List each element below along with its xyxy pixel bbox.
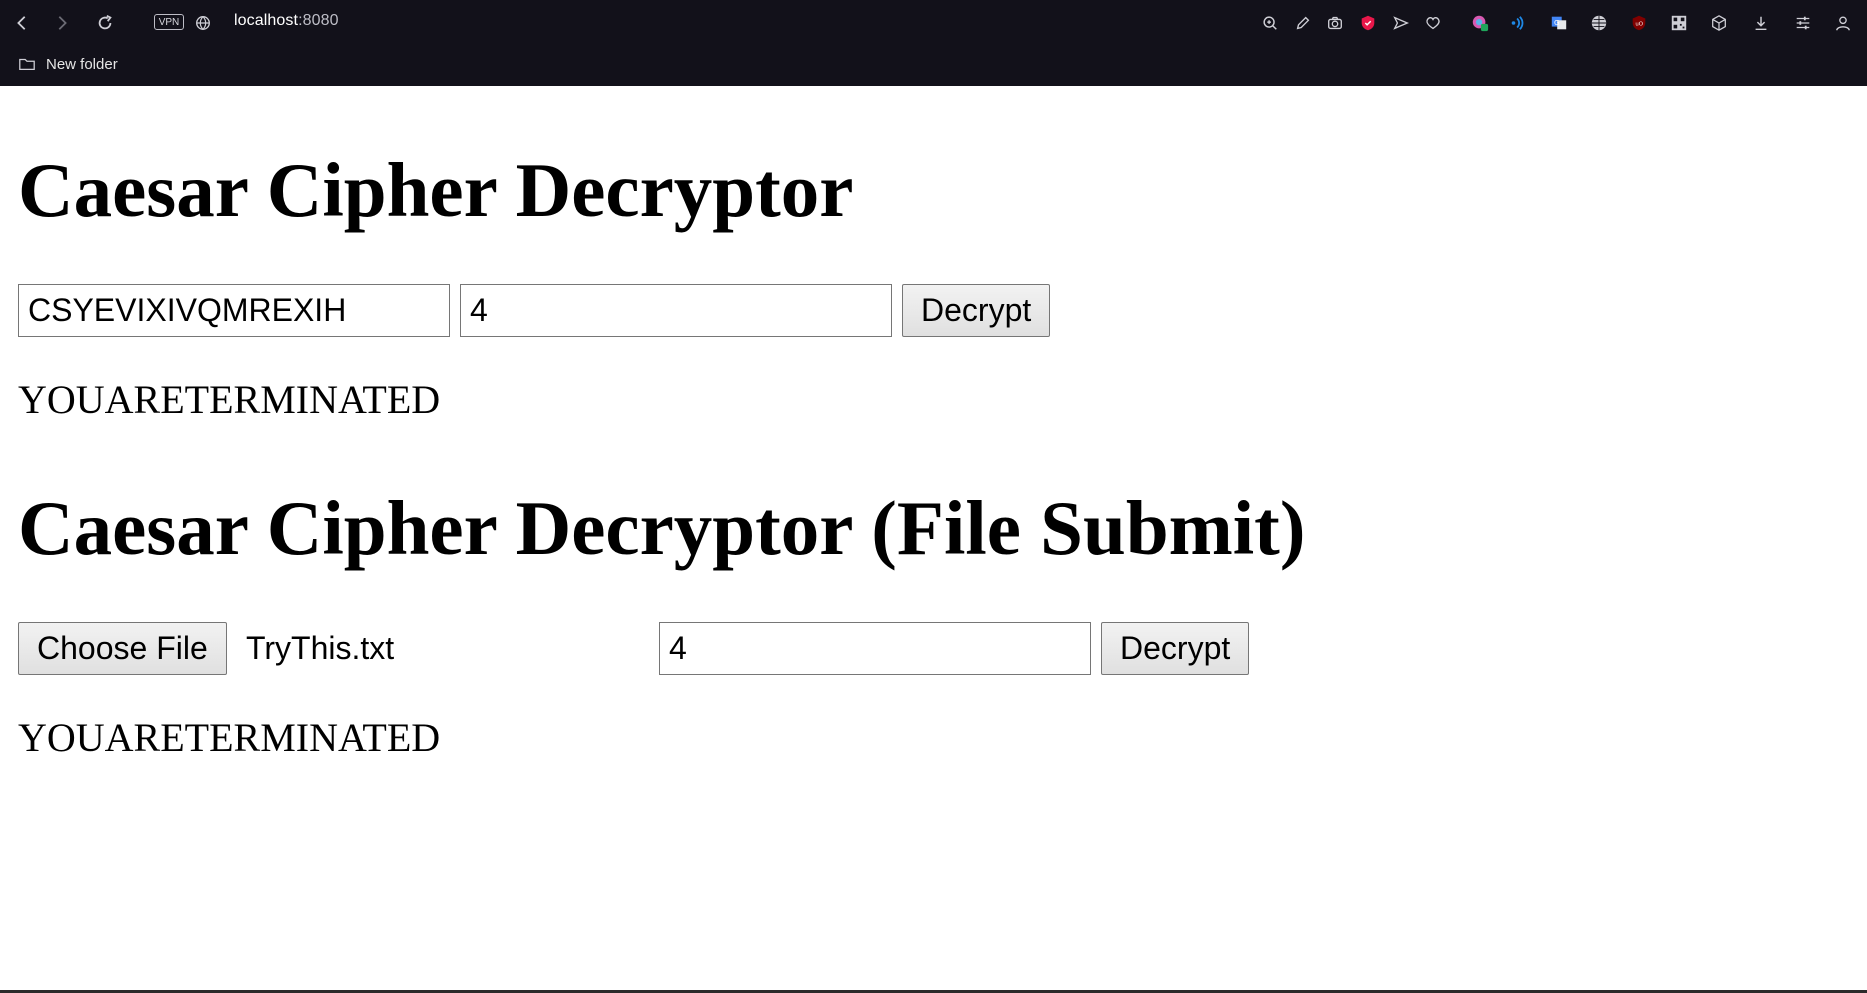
profile-icon[interactable] — [1831, 11, 1855, 35]
reload-icon[interactable] — [93, 11, 117, 35]
speaker-icon[interactable] — [1506, 11, 1530, 35]
camera-icon[interactable] — [1323, 11, 1347, 35]
page-title: Caesar Cipher Decryptor — [18, 147, 854, 233]
cipher-text-input[interactable] — [18, 284, 450, 337]
file-decrypt-button[interactable]: Decrypt — [1101, 622, 1250, 675]
file-decrypt-result: YOUARETERMINATED — [18, 715, 441, 760]
back-icon[interactable] — [10, 11, 34, 35]
page-content: Caesar Cipher Decryptor Decrypt YOUARETE… — [0, 86, 1867, 993]
svg-text:G: G — [1554, 18, 1560, 27]
svg-text:uO: uO — [1635, 22, 1643, 28]
download-icon[interactable] — [1749, 11, 1773, 35]
selected-file-name: TryThis.txt — [246, 630, 395, 666]
file-section-title: Caesar Cipher Decryptor (File Submit) — [18, 485, 1306, 571]
file-shift-input[interactable] — [659, 622, 1091, 675]
qr-icon[interactable] — [1667, 11, 1691, 35]
translate-icon[interactable]: G — [1547, 11, 1571, 35]
extension-icon[interactable] — [1468, 11, 1492, 35]
zoom-icon[interactable] — [1258, 11, 1282, 35]
url-host: localhost — [234, 12, 299, 29]
send-icon[interactable] — [1389, 11, 1413, 35]
ublock-icon[interactable]: uO — [1627, 11, 1651, 35]
shield-icon[interactable] — [1356, 11, 1380, 35]
forward-icon[interactable] — [50, 11, 74, 35]
box-icon[interactable] — [1707, 11, 1731, 35]
shift-input[interactable] — [460, 284, 892, 337]
decrypt-button[interactable]: Decrypt — [902, 284, 1051, 337]
vpn-badge[interactable]: VPN — [154, 14, 184, 30]
url-port: :8080 — [298, 12, 339, 29]
choose-file-button[interactable]: Choose File — [18, 622, 227, 675]
edit-icon[interactable] — [1291, 11, 1315, 35]
bookmark-label: New folder — [46, 55, 118, 73]
folder-icon — [19, 58, 35, 71]
bookmarks-bar: New folder — [0, 46, 1867, 86]
browser-toolbar: VPN localhost:8080 G uO — [0, 0, 1867, 46]
sliders-icon[interactable] — [1791, 11, 1815, 35]
bookmark-new-folder[interactable]: New folder — [18, 55, 118, 73]
decrypt-result: YOUARETERMINATED — [18, 377, 441, 422]
heart-icon[interactable] — [1421, 11, 1445, 35]
globe-icon[interactable] — [1587, 11, 1611, 35]
site-info-icon[interactable] — [191, 11, 215, 35]
address-bar[interactable]: localhost:8080 — [234, 12, 339, 30]
